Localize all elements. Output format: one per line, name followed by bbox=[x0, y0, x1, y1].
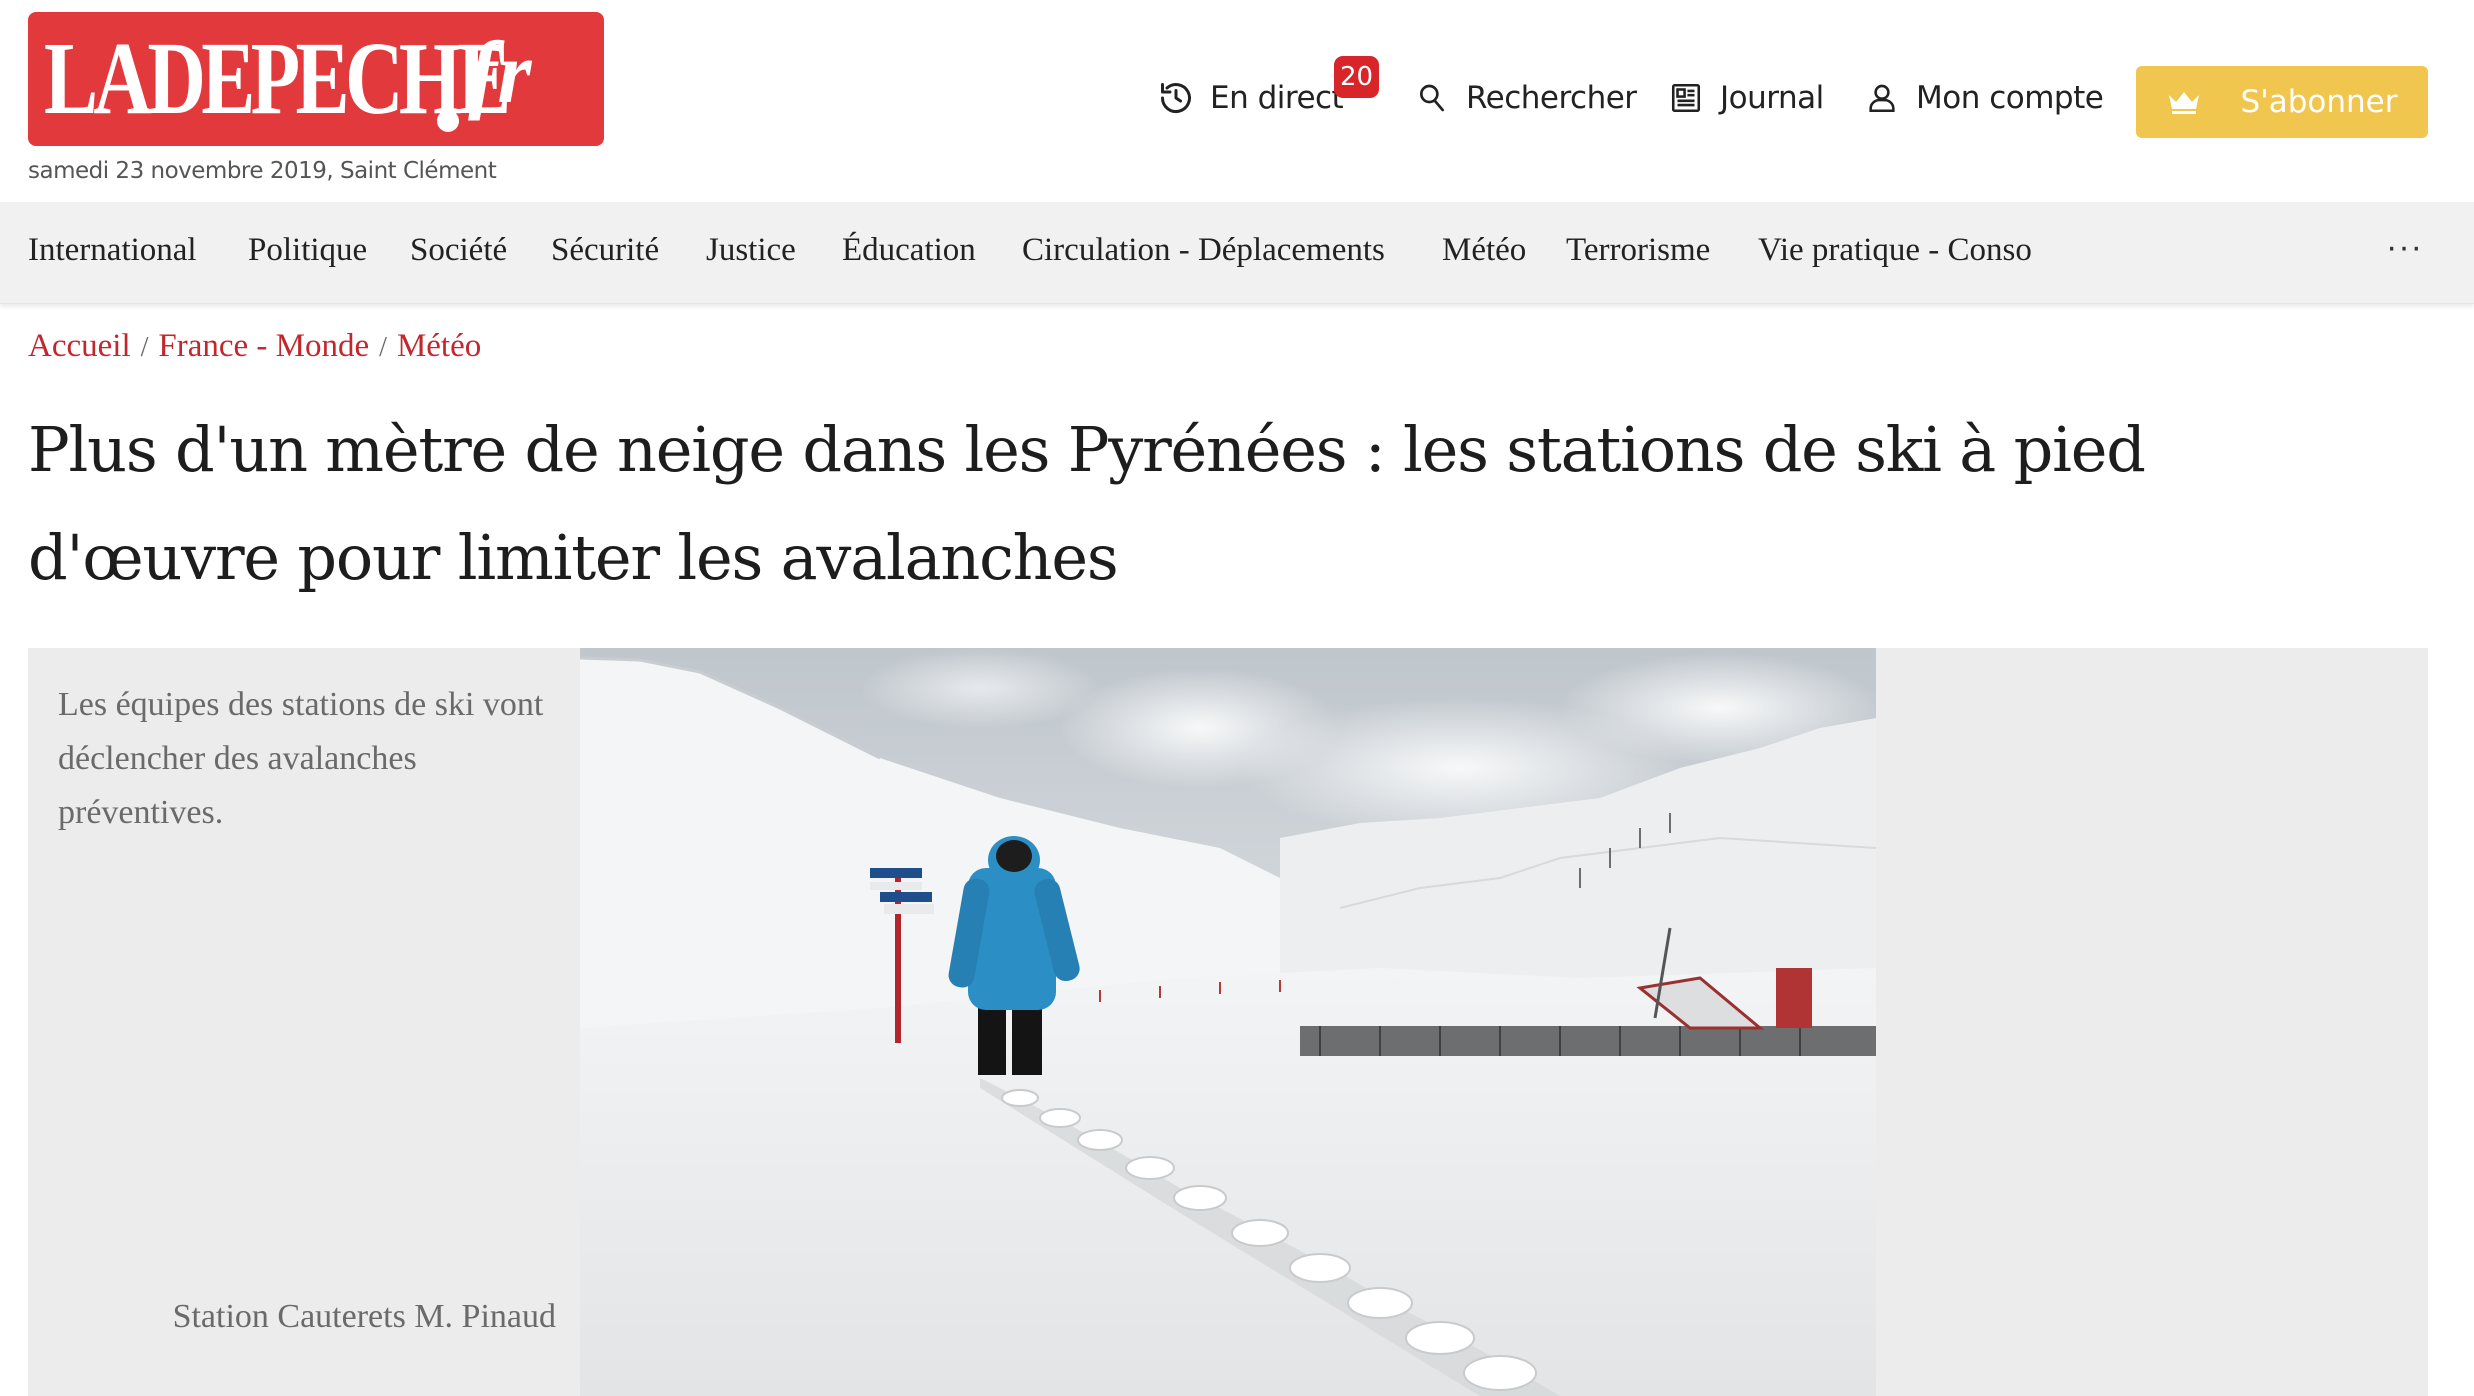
live-label: En direct bbox=[1210, 80, 1344, 116]
live-count-badge: 20 bbox=[1334, 56, 1380, 98]
breadcrumb-item-meteo[interactable]: Météo bbox=[397, 328, 481, 364]
search-label: Rechercher bbox=[1466, 80, 1637, 116]
nav-item-vie-pratique[interactable]: Vie pratique - Conso bbox=[1758, 232, 2032, 269]
nav-item-international[interactable]: International bbox=[28, 232, 197, 269]
date-line: samedi 23 novembre 2019, Saint Clément bbox=[28, 158, 497, 184]
breadcrumb: Accueil / France - Monde / Météo bbox=[28, 328, 481, 365]
nav-item-politique[interactable]: Politique bbox=[248, 232, 367, 269]
nav-item-societe[interactable]: Société bbox=[410, 232, 507, 269]
account-button[interactable]: Mon compte bbox=[1862, 78, 2104, 118]
nav-item-circulation[interactable]: Circulation - Déplacements bbox=[1022, 232, 1385, 269]
article-photo[interactable] bbox=[580, 648, 1876, 1396]
nav-item-securite[interactable]: Sécurité bbox=[551, 232, 659, 269]
photo-credit: Station Cauterets M. Pinaud bbox=[172, 1298, 556, 1335]
live-button[interactable]: En direct bbox=[1156, 78, 1344, 118]
article-title-line1: Plus d'un mètre de neige dans les Pyréné… bbox=[28, 413, 2146, 486]
subscribe-label: S'abonner bbox=[2240, 84, 2398, 120]
breadcrumb-item-france-monde[interactable]: France - Monde bbox=[158, 328, 369, 364]
breadcrumb-separator: / bbox=[379, 332, 387, 363]
breadcrumb-item-accueil[interactable]: Accueil bbox=[28, 328, 131, 364]
journal-label: Journal bbox=[1720, 80, 1824, 116]
nav-item-meteo[interactable]: Météo bbox=[1442, 232, 1526, 269]
site-header: LADEPECHE fr samedi 23 novembre 2019, Sa… bbox=[0, 0, 2474, 202]
snow-mountain-photo bbox=[580, 648, 1876, 1396]
subscribe-button[interactable]: S'abonner bbox=[2136, 66, 2428, 138]
logo-dot bbox=[437, 110, 459, 132]
nav-item-terrorisme[interactable]: Terrorisme bbox=[1566, 232, 1710, 269]
breadcrumb-separator: / bbox=[140, 332, 149, 363]
nav-item-education[interactable]: Éducation bbox=[842, 232, 976, 269]
user-icon bbox=[1862, 78, 1902, 118]
newspaper-icon bbox=[1666, 78, 1706, 118]
main-nav: International Politique Société Sécurité… bbox=[0, 202, 2474, 304]
article-title: Plus d'un mètre de neige dans les Pyréné… bbox=[28, 396, 2308, 612]
figure-caption: Les équipes des stations de ski vont déc… bbox=[58, 686, 544, 831]
article-title-line2: d'œuvre pour limiter les avalanches bbox=[28, 521, 1119, 594]
crown-icon bbox=[2167, 89, 2201, 115]
search-button[interactable]: Rechercher bbox=[1412, 78, 1637, 118]
nav-more-button[interactable]: ··· bbox=[2386, 228, 2423, 267]
site-logo[interactable]: LADEPECHE fr bbox=[28, 12, 604, 146]
history-clock-icon bbox=[1156, 78, 1196, 118]
search-icon bbox=[1412, 78, 1452, 118]
account-label: Mon compte bbox=[1916, 80, 2104, 116]
article-figure: Les équipes des stations de ski vont déc… bbox=[28, 648, 2428, 1396]
logo-suffix: fr bbox=[468, 25, 532, 122]
nav-item-justice[interactable]: Justice bbox=[706, 232, 796, 269]
journal-button[interactable]: Journal bbox=[1666, 78, 1824, 118]
